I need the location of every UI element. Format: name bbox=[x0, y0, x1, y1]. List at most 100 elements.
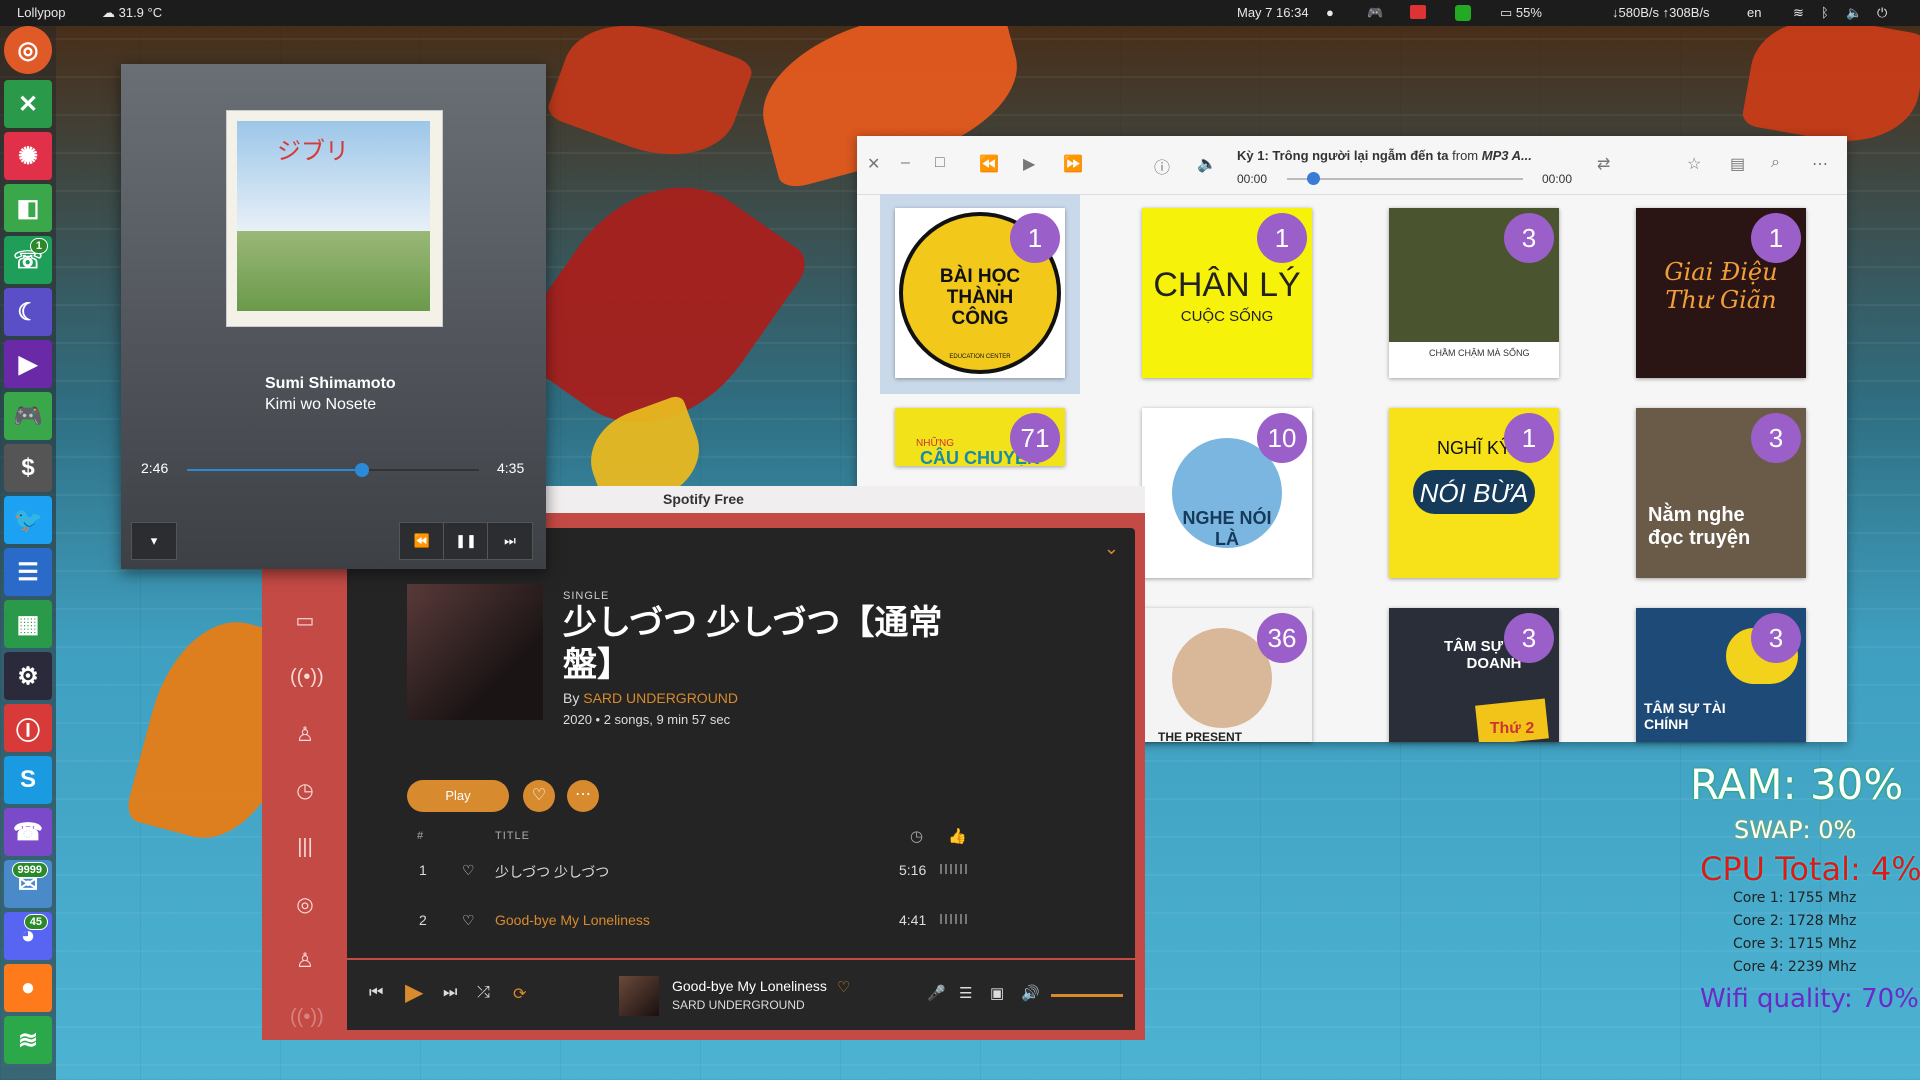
tray-app-icon[interactable] bbox=[1410, 5, 1426, 19]
table-row[interactable]: 2 ♡ Good-bye My Loneliness 4:41 bbox=[347, 900, 1135, 940]
track-like-icon[interactable]: ♡ bbox=[462, 912, 475, 929]
more-icon[interactable]: ⋯ bbox=[1812, 154, 1828, 174]
play-icon[interactable]: ▶ bbox=[1023, 154, 1035, 174]
text-editor-icon[interactable]: ☰ bbox=[4, 548, 52, 596]
sidebar-library-icon[interactable]: ||| bbox=[290, 836, 320, 866]
maximize-icon[interactable]: □ bbox=[935, 154, 945, 172]
reddit-icon[interactable]: ● bbox=[4, 964, 52, 1012]
episode-progress[interactable] bbox=[1287, 172, 1523, 185]
previous-icon[interactable]: ⏪ bbox=[979, 154, 999, 174]
sidebar-radio-icon[interactable]: ((•)) bbox=[290, 666, 324, 696]
table-row[interactable]: 1 ♡ 少しづつ 少しづつ 5:16 bbox=[347, 850, 1135, 890]
repeat-icon[interactable]: ⟳ bbox=[513, 984, 526, 1004]
play-button[interactable]: Play bbox=[407, 780, 509, 812]
star-icon[interactable]: ☆ bbox=[1687, 154, 1701, 174]
game-controller-icon[interactable]: 🎮 bbox=[4, 392, 52, 440]
chat-app-icon[interactable]: ✉ 9999 bbox=[4, 860, 52, 908]
now-playing-title[interactable]: Good-bye My Loneliness bbox=[672, 978, 827, 994]
devices-icon[interactable]: ▣ bbox=[990, 984, 1004, 1002]
phone-app-icon[interactable]: ☏ 1 bbox=[4, 236, 52, 284]
podcast-tile[interactable]: CHÂN LÝ CUỘC SỐNG 1 bbox=[1142, 208, 1312, 378]
minimize-icon[interactable]: – bbox=[901, 154, 910, 172]
active-app-name[interactable]: Lollypop bbox=[17, 5, 65, 20]
podcast-tile[interactable]: CHẦM CHẬM MÀ SỐNG 3 bbox=[1389, 208, 1559, 378]
previous-button[interactable]: ⏪ bbox=[399, 522, 445, 560]
browser-icon[interactable]: ✺ bbox=[4, 132, 52, 180]
shuffle-icon[interactable]: ⤮ bbox=[477, 984, 490, 1002]
podcast-tile[interactable]: THE PRESENT 36 bbox=[1142, 608, 1312, 742]
expand-button[interactable]: ▾ bbox=[131, 522, 177, 560]
podcast-tile[interactable]: BÀI HỌC THÀNH CÔNG EDUCATION CENTER 1 bbox=[895, 208, 1065, 378]
wifi-icon[interactable]: ≋ bbox=[1793, 5, 1804, 21]
ubuntu-icon[interactable]: ◎ bbox=[4, 26, 52, 74]
episode-count-badge: 3 bbox=[1751, 613, 1801, 663]
volume-icon[interactable]: 🔈 bbox=[1846, 5, 1862, 21]
seek-knob[interactable] bbox=[355, 463, 370, 477]
volume-slider[interactable] bbox=[1051, 994, 1123, 997]
shuffle-icon[interactable]: ⇄ bbox=[1597, 154, 1610, 174]
sidebar-browse-icon[interactable]: ▭ bbox=[290, 608, 320, 638]
playback-bar: ⏮ ▶ ⏭ ⤮ ⟳ Good-bye My Loneliness SARD UN… bbox=[347, 958, 1135, 1030]
skype-icon[interactable]: S bbox=[4, 756, 52, 804]
podcast-tile[interactable]: TÂM SỰ TÀI CHÍNH 3 bbox=[1636, 608, 1806, 742]
seek-slider[interactable] bbox=[187, 463, 479, 477]
search-icon[interactable]: ⌕ bbox=[1771, 154, 1780, 172]
sidebar-profile-icon[interactable]: ♙ bbox=[290, 722, 320, 752]
artist-link[interactable]: SARD UNDERGROUND bbox=[583, 690, 738, 706]
sidebar-podcasts-icon[interactable]: ((•)) bbox=[290, 1006, 324, 1036]
battery-indicator[interactable]: ▭ 55% bbox=[1500, 5, 1542, 21]
viber-icon[interactable]: ☎ bbox=[4, 808, 52, 856]
more-options-button[interactable]: ⋯ bbox=[567, 780, 599, 812]
close-icon[interactable]: ✕ bbox=[867, 154, 880, 174]
bluetooth-icon[interactable]: ᛒ bbox=[1821, 5, 1829, 20]
podcast-tile[interactable]: Giai Điệu Thư Giãn 1 bbox=[1636, 208, 1806, 378]
podcast-tile[interactable]: NGHĨ KỸ NÓI BỪA 1 bbox=[1389, 408, 1559, 578]
spreadsheet-icon[interactable]: ▦ bbox=[4, 600, 52, 648]
finance-app-icon[interactable]: $ bbox=[4, 444, 52, 492]
network-speed[interactable]: ↓580B/s ↑308B/s bbox=[1612, 5, 1710, 20]
podcast-tile[interactable]: TÂM SỰ KINH DOANH Thứ 2 3 bbox=[1389, 608, 1559, 742]
like-album-button[interactable]: ♡ bbox=[523, 780, 555, 812]
previous-track-icon[interactable]: ⏮ bbox=[369, 984, 383, 1002]
moon-app-icon[interactable]: ☾ bbox=[4, 288, 52, 336]
conky-core: Core 2: 1728 Mhz bbox=[1733, 913, 1857, 929]
next-icon[interactable]: ⏩ bbox=[1063, 154, 1083, 174]
crossover-icon[interactable]: ✕ bbox=[4, 80, 52, 128]
app-store-icon[interactable]: ◧ bbox=[4, 184, 52, 232]
now-playing-artist[interactable]: SARD UNDERGROUND bbox=[672, 998, 805, 1012]
pause-button[interactable]: ❚❚ bbox=[443, 522, 489, 560]
podcast-tile[interactable]: NGHE NÓI LÀ 10 bbox=[1142, 408, 1312, 578]
progress-knob[interactable] bbox=[1307, 172, 1320, 185]
info-icon[interactable]: ⓘ bbox=[1154, 154, 1170, 178]
document-icon[interactable]: ▤ bbox=[1730, 154, 1745, 174]
next-track-icon[interactable]: ⏭ bbox=[443, 984, 457, 1002]
next-button[interactable]: ⏭ bbox=[487, 522, 533, 560]
sidebar-artists-icon[interactable]: ♙ bbox=[290, 948, 320, 978]
steam-icon[interactable]: ⚙ bbox=[4, 652, 52, 700]
video-player-icon[interactable]: ▶ bbox=[4, 340, 52, 388]
antenna-app-icon[interactable]: Ⓘ bbox=[4, 704, 52, 752]
heart-icon[interactable]: ♡ bbox=[837, 978, 850, 996]
twitter-icon[interactable]: 🐦 bbox=[4, 496, 52, 544]
weather-indicator[interactable]: ☁ 31.9 °C bbox=[102, 5, 162, 21]
clock[interactable]: May 7 16:34 bbox=[1237, 5, 1309, 20]
track-like-icon[interactable]: ♡ bbox=[462, 862, 475, 879]
discord-tray-icon[interactable]: 🎮 bbox=[1367, 5, 1383, 21]
volume-icon[interactable]: 🔈 bbox=[1197, 154, 1217, 174]
tray-check-icon[interactable] bbox=[1455, 5, 1471, 21]
popularity-bars bbox=[940, 914, 970, 924]
discord-icon[interactable]: ◕ 45 bbox=[4, 912, 52, 960]
power-icon[interactable]: ⏻ bbox=[1877, 5, 1887, 21]
podcast-tile[interactable]: NHỮNG CÂU CHUYỆN 71 bbox=[895, 408, 1065, 466]
volume-icon[interactable]: 🔊 bbox=[1021, 984, 1040, 1002]
lyrics-icon[interactable]: 🎤 bbox=[927, 984, 946, 1002]
record-dot-icon[interactable]: ● bbox=[1326, 5, 1334, 20]
podcast-tile[interactable]: Nằm nghe đọc truyện 3 bbox=[1636, 408, 1806, 578]
queue-icon[interactable]: ☰ bbox=[959, 984, 972, 1002]
chevron-down-icon[interactable]: ⌄ bbox=[1104, 538, 1119, 559]
play-pause-icon[interactable]: ▶ bbox=[405, 978, 423, 1007]
spotify-dock-icon[interactable]: ≋ bbox=[4, 1016, 52, 1064]
sidebar-disc-icon[interactable]: ◎ bbox=[290, 892, 320, 922]
sidebar-recent-icon[interactable]: ◷ bbox=[290, 778, 320, 808]
language-indicator[interactable]: en bbox=[1747, 5, 1761, 20]
